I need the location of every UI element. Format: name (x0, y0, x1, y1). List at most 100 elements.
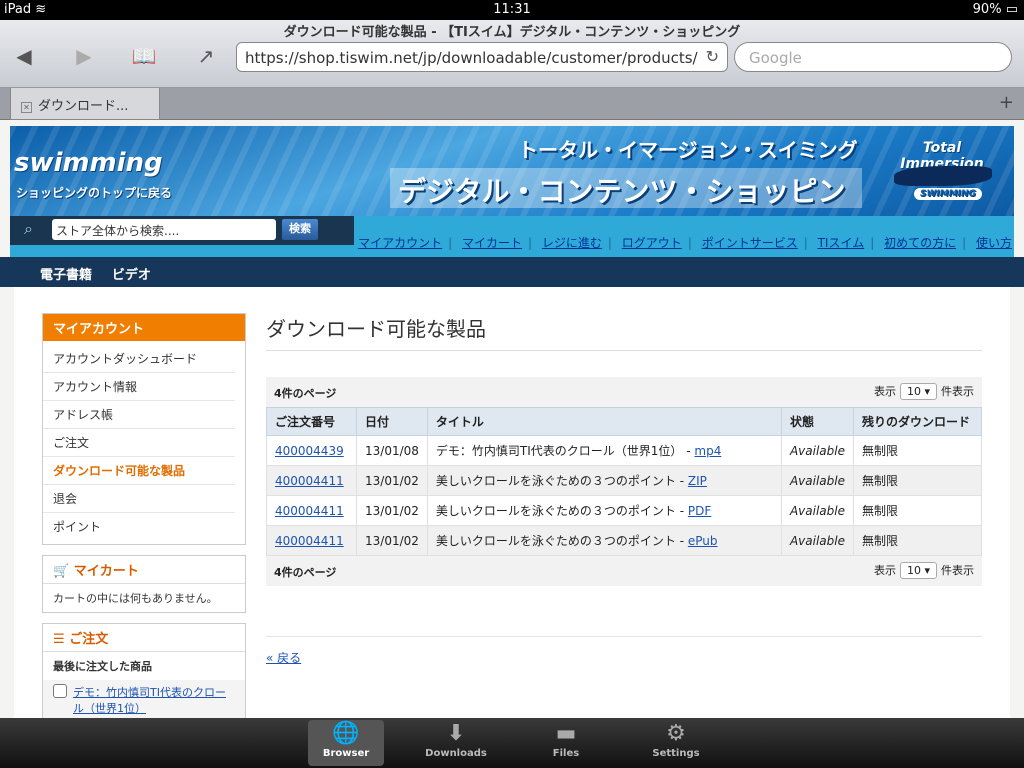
search-button[interactable]: 検索 (282, 219, 318, 240)
back-row: « 戻る (266, 636, 982, 666)
product-title: 美しいクロールを泳ぐための３つのポイント - PDF (426, 495, 782, 526)
download-link[interactable]: ePub (688, 534, 718, 548)
link-checkout[interactable]: レジに進む (542, 236, 602, 250)
list-icon: ☰ (53, 632, 65, 647)
link-logout[interactable]: ログアウト (622, 236, 682, 250)
download-link[interactable]: ZIP (688, 474, 707, 488)
status-text: Available (780, 465, 855, 496)
remaining-downloads: 無制限 (853, 525, 982, 556)
dock-browser[interactable]: 🌐 Browser (308, 720, 384, 766)
swimming-logo[interactable]: swimming (14, 148, 163, 178)
item-checkbox[interactable] (53, 684, 67, 698)
page-heading: ダウンロード可能な製品 (266, 313, 982, 351)
search-icon: ⌕ (24, 219, 33, 238)
sidebar-item-orders[interactable]: ご注文 (43, 429, 235, 457)
new-tab-icon[interactable]: + (999, 92, 1014, 113)
table-row: 400004411 13/01/02 美しいクロールを泳ぐための３つのポイント … (266, 525, 982, 556)
order-date: 13/01/02 (356, 525, 428, 556)
sidebar-item-dashboard[interactable]: アカウントダッシュボード (43, 345, 235, 373)
last-ordered-link[interactable]: デモ：竹内慎司TI代表のクロール（世界1位） (73, 684, 235, 716)
main-column: ダウンロード可能な製品 4件のページ 表示 10 ▾ 件表示 ご注文番号 日付 タイ… (266, 313, 982, 666)
table-row: 400004411 13/01/02 美しいクロールを泳ぐための３つのポイント … (266, 465, 982, 496)
pager-count: 4件のページ (274, 566, 337, 579)
product-title: デモ：竹内慎司TI代表のクロール（世界1位） - mp4 (426, 435, 782, 466)
sidebar-item-account-info[interactable]: アカウント情報 (43, 373, 235, 401)
download-link[interactable]: mp4 (694, 444, 721, 458)
download-icon: ⬇ (446, 721, 466, 746)
pager-top: 4件のページ 表示 10 ▾ 件表示 (266, 377, 982, 407)
link-my-cart[interactable]: マイカート (462, 236, 522, 250)
col-order: ご注文番号 (266, 407, 357, 436)
order-link[interactable]: 400004439 (275, 444, 344, 458)
sidebar-item-address-book[interactable]: アドレス帳 (43, 401, 235, 429)
pager-bottom: 4件のページ 表示 10 ▾ 件表示 (266, 556, 982, 586)
order-link[interactable]: 400004411 (275, 534, 344, 548)
pager-count: 4件のページ (274, 387, 337, 400)
site-banner[interactable]: swimming ショッピングのトップに戻る トータル・イマージョン・スイミング… (10, 126, 1014, 216)
total-immersion-logo: Total Immersion SWIMMING (880, 140, 1004, 206)
globe-icon: 🌐 (332, 721, 360, 746)
dock-downloads[interactable]: ⬇ Downloads (418, 720, 494, 766)
browser-toolbar: ダウンロード可能な製品 - 【TIスイム】デジタル・コンテンツ・ショッピング ◀… (0, 20, 1024, 88)
downloads-table: ご注文番号 日付 タイトル 状態 残りのダウンロード 400004439 13/… (266, 407, 982, 556)
page-size-select[interactable]: 10 ▾ (899, 383, 937, 400)
sidebar-item-unsubscribe[interactable]: 退会 (43, 485, 235, 513)
account-block: マイアカウント アカウントダッシュボード アカウント情報 アドレス帳 ご注文 ダ… (42, 313, 246, 545)
sidebar-item-downloads[interactable]: ダウンロード可能な製品 (43, 457, 235, 485)
remaining-downloads: 無制限 (853, 495, 982, 526)
col-status: 状態 (780, 407, 855, 436)
app-dock: 🌐 Browser ⬇ Downloads ▬ Files ⚙ Settings (0, 718, 1024, 768)
battery-icon: ▭ (1005, 2, 1018, 17)
link-tiswim[interactable]: TIスイム (818, 236, 865, 250)
link-first-time[interactable]: 初めての方に (884, 236, 956, 250)
tab-bar: ✕ ダウンロード... + (0, 88, 1024, 120)
download-link[interactable]: PDF (688, 504, 711, 518)
page-size: 表示 10 ▾ 件表示 (873, 383, 974, 400)
table-row: 400004439 13/01/08 デモ：竹内慎司TI代表のクロール（世界1位… (266, 435, 982, 466)
orders-block: ☰ ご注文 最後に注文した商品 デモ：竹内慎司TI代表のクロール（世界1位） (42, 623, 246, 718)
gear-icon: ⚙ (666, 721, 686, 746)
orders-block-title: ☰ ご注文 (43, 624, 245, 652)
link-points[interactable]: ポイントサービス (702, 236, 798, 250)
page-size: 表示 10 ▾ 件表示 (873, 562, 974, 579)
order-link[interactable]: 400004411 (275, 504, 344, 518)
page-size-select[interactable]: 10 ▾ (899, 562, 937, 579)
banner-heading: トータル・イマージョン・スイミング (518, 138, 858, 162)
folder-icon: ▬ (555, 721, 577, 746)
order-date: 13/01/08 (356, 435, 428, 466)
store-home-link[interactable]: ショッピングのトップに戻る (16, 184, 172, 201)
sidebar-item-points[interactable]: ポイント (43, 513, 235, 540)
col-title: タイトル (426, 407, 782, 436)
category-nav: 電子書籍 ビデオ (0, 257, 1024, 287)
account-block-title: マイアカウント (43, 314, 245, 341)
status-text: Available (780, 435, 855, 466)
banner-title: デジタル・コンテンツ・ショッピング (390, 168, 862, 216)
close-tab-icon[interactable]: ✕ (21, 102, 32, 113)
clock: 11:31 (493, 2, 531, 17)
search-input[interactable]: ストア全体から検索.... (52, 219, 276, 240)
forward-arrow-icon[interactable]: ▶ (68, 44, 100, 68)
account-links: マイアカウント | マイカート | レジに進む | ログアウト | ポイントサービス | … (358, 236, 1012, 250)
share-icon[interactable]: ↗ (190, 44, 222, 68)
swimmer-icon (894, 166, 992, 186)
back-link[interactable]: « 戻る (266, 651, 301, 665)
dock-files[interactable]: ▬ Files (528, 720, 604, 766)
cart-icon: 🛒 (53, 564, 70, 579)
bookmarks-icon[interactable]: 📖 (128, 44, 160, 68)
url-field[interactable]: https://shop.tiswim.net/jp/downloadable/… (236, 42, 728, 72)
cart-block-title: 🛒 マイカート (43, 556, 245, 584)
nav-video[interactable]: ビデオ (112, 264, 151, 283)
google-search-field[interactable]: Google (734, 42, 1012, 72)
col-remaining: 残りのダウンロード (853, 407, 982, 436)
last-ordered-heading: 最後に注文した商品 (53, 660, 152, 673)
status-text: Available (780, 525, 855, 556)
tab-downloads[interactable]: ✕ ダウンロード... (10, 88, 160, 120)
order-link[interactable]: 400004411 (275, 474, 344, 488)
remaining-downloads: 無制限 (853, 435, 982, 466)
link-my-account[interactable]: マイアカウント (358, 236, 442, 250)
back-arrow-icon[interactable]: ◀ (8, 44, 40, 68)
reload-icon[interactable]: ↻ (706, 47, 719, 66)
nav-ebooks[interactable]: 電子書籍 (40, 264, 92, 283)
link-how-to[interactable]: 使い方 (976, 236, 1012, 250)
dock-settings[interactable]: ⚙ Settings (638, 720, 714, 766)
